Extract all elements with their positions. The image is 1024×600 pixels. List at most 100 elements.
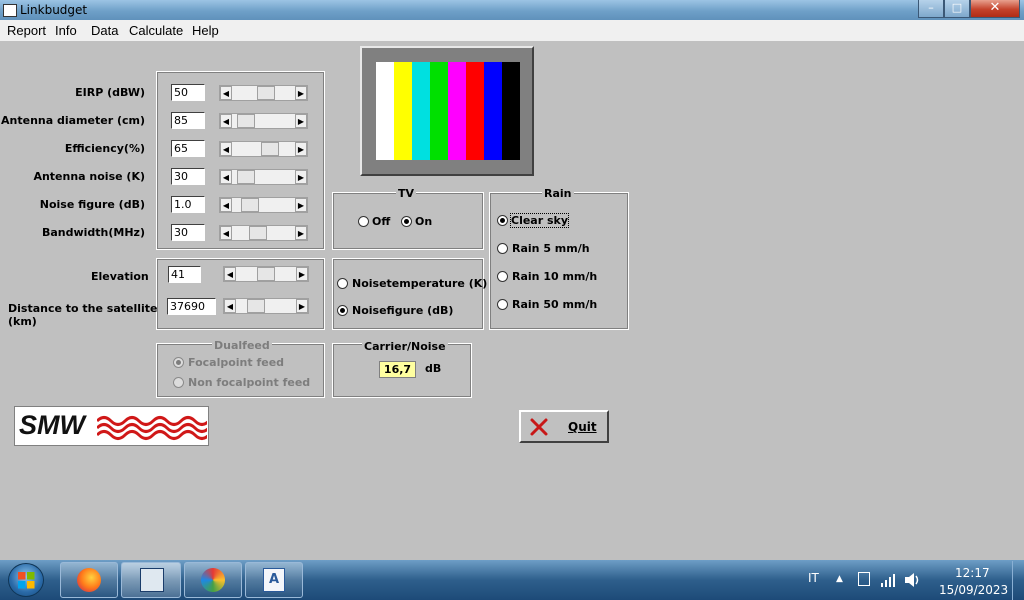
param-label: Antenna diameter (cm) (1, 114, 145, 127)
scroll-thumb[interactable] (247, 299, 265, 313)
param-label: Efficiency(%) (64, 142, 145, 155)
scroll-right-arrow-icon[interactable]: ▶ (295, 226, 307, 240)
menu-info[interactable]: Info (55, 23, 77, 38)
tv-on-selected-dot (404, 219, 409, 224)
param-label: Noise figure (dB) (39, 198, 145, 211)
tv-on-radio[interactable] (401, 216, 412, 227)
elevation-input[interactable]: 41 (168, 266, 201, 283)
scroll-thumb[interactable] (249, 226, 267, 240)
non-focalpoint-feed-radio[interactable] (173, 377, 184, 388)
color-bar (412, 62, 430, 160)
menu-calculate[interactable]: Calculate (129, 23, 183, 38)
param-input[interactable]: 30 (171, 168, 205, 185)
param-input[interactable]: 65 (171, 140, 205, 157)
dualfeed-group-title: Dualfeed (212, 339, 272, 352)
scroll-thumb[interactable] (257, 86, 275, 100)
taskbar-paint[interactable] (184, 562, 242, 598)
taskbar-linkbudget[interactable] (121, 562, 181, 598)
scroll-right-arrow-icon[interactable]: ▶ (296, 267, 308, 281)
tv-off-radio[interactable] (358, 216, 369, 227)
noisefigure-label: Noisefigure (dB) (352, 304, 454, 317)
scroll-right-arrow-icon[interactable]: ▶ (295, 142, 307, 156)
paint-palette-icon (201, 568, 225, 592)
start-button[interactable] (8, 563, 44, 597)
param-input[interactable]: 50 (171, 84, 205, 101)
scroll-left-arrow-icon[interactable]: ◀ (220, 114, 232, 128)
windows-logo-icon (18, 572, 35, 589)
scroll-left-arrow-icon[interactable]: ◀ (220, 86, 232, 100)
volume-icon[interactable] (904, 572, 922, 588)
tv-on-label: On (415, 215, 433, 228)
focalpoint-feed-selected-dot (176, 360, 181, 365)
scroll-right-arrow-icon[interactable]: ▶ (295, 86, 307, 100)
clock-date[interactable]: 15/09/2023 (939, 583, 1008, 597)
rain-10mm-radio[interactable] (497, 271, 508, 282)
rain-clear-sky-selected-dot (500, 218, 505, 223)
rain-10mm-label: Rain 10 mm/h (512, 270, 598, 283)
param-scrollbar[interactable]: ◀ ▶ (219, 225, 308, 241)
scroll-right-arrow-icon[interactable]: ▶ (295, 114, 307, 128)
scroll-thumb[interactable] (241, 198, 259, 212)
quit-button[interactable]: Quit (519, 410, 609, 443)
scroll-thumb[interactable] (257, 267, 275, 281)
application-icon (140, 568, 164, 592)
scroll-thumb[interactable] (237, 114, 255, 128)
param-label: Antenna noise (K) (33, 170, 145, 183)
scroll-left-arrow-icon[interactable]: ◀ (224, 299, 236, 313)
noisetemperature-radio[interactable] (337, 278, 348, 289)
scroll-left-arrow-icon[interactable]: ◀ (220, 170, 232, 184)
noisefigure-radio[interactable] (337, 305, 348, 316)
scroll-left-arrow-icon[interactable]: ◀ (220, 226, 232, 240)
param-input[interactable]: 85 (171, 112, 205, 129)
taskbar-firefox[interactable] (60, 562, 118, 598)
param-scrollbar[interactable]: ◀ ▶ (219, 85, 308, 101)
menu-help[interactable]: Help (192, 23, 219, 38)
menu-report[interactable]: Report (7, 23, 46, 38)
scroll-left-arrow-icon[interactable]: ◀ (220, 198, 232, 212)
noise-mode-group (332, 258, 484, 330)
scroll-right-arrow-icon[interactable]: ▶ (295, 170, 307, 184)
testcard-frame (360, 46, 534, 176)
close-button[interactable]: ✕ (970, 0, 1020, 18)
quit-x-icon (530, 418, 548, 436)
non-focalpoint-feed-label: Non focalpoint feed (188, 376, 311, 389)
focalpoint-feed-radio[interactable] (173, 357, 184, 368)
param-input[interactable]: 1.0 (171, 196, 205, 213)
scroll-thumb[interactable] (237, 170, 255, 184)
scroll-right-arrow-icon[interactable]: ▶ (296, 299, 308, 313)
action-center-icon[interactable] (858, 572, 870, 586)
param-label: Bandwidth(MHz) (41, 226, 145, 239)
param-scrollbar[interactable]: ◀ ▶ (219, 197, 308, 213)
scroll-right-arrow-icon[interactable]: ▶ (295, 198, 307, 212)
rain-clear-sky-radio[interactable] (497, 215, 508, 226)
color-bar (466, 62, 484, 160)
param-input[interactable]: 30 (171, 224, 205, 241)
network-icon[interactable] (880, 572, 898, 588)
rain-5mm-radio[interactable] (497, 243, 508, 254)
scroll-thumb[interactable] (261, 142, 279, 156)
param-scrollbar[interactable]: ◀ ▶ (219, 113, 308, 129)
maximize-button[interactable]: □ (944, 0, 970, 18)
show-desktop-button[interactable] (1012, 561, 1024, 600)
minimize-button[interactable]: – (918, 0, 944, 18)
param-scrollbar[interactable]: ◀ ▶ (219, 141, 308, 157)
param-scrollbar[interactable]: ◀ ▶ (219, 169, 308, 185)
taskbar-wordpad[interactable]: A (245, 562, 303, 598)
clock-time[interactable]: 12:17 (955, 566, 990, 580)
scroll-left-arrow-icon[interactable]: ◀ (220, 142, 232, 156)
scroll-left-arrow-icon[interactable]: ◀ (224, 267, 236, 281)
window-title: Linkbudget (20, 3, 88, 17)
menu-bar: Report Info Data Calculate Help (0, 20, 1024, 41)
param-label: EIRP (dBW) (75, 86, 145, 99)
distance-scrollbar[interactable]: ◀ ▶ (223, 298, 309, 314)
rain-50mm-radio[interactable] (497, 299, 508, 310)
menu-data[interactable]: Data (91, 23, 118, 38)
language-indicator[interactable]: IT (808, 571, 819, 585)
show-hidden-icons[interactable]: ▲ (836, 574, 843, 584)
carrier-noise-unit: dB (425, 362, 442, 375)
focalpoint-feed-label: Focalpoint feed (188, 356, 285, 369)
distance-input[interactable]: 37690 (167, 298, 216, 315)
elevation-scrollbar[interactable]: ◀ ▶ (223, 266, 309, 282)
color-bar (376, 62, 394, 160)
tv-off-label: Off (372, 215, 391, 228)
